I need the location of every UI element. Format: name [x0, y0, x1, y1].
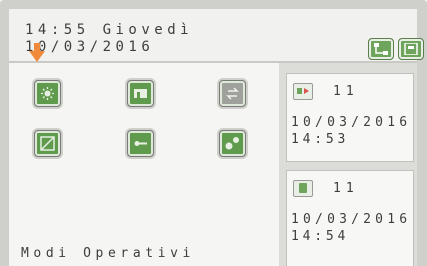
selection-arrow-icon — [29, 43, 45, 62]
event-time: 14:53 — [291, 132, 350, 147]
event-card[interactable]: 11 10/03/2016 14:53 — [286, 73, 414, 162]
molecule-button[interactable] — [219, 130, 246, 157]
sensor-icon — [293, 83, 313, 100]
settings-button[interactable] — [398, 38, 424, 60]
event-card[interactable]: 11 10/03/2016 14:54 — [286, 170, 414, 266]
time-day-label: 14:55 Giovedì — [25, 22, 194, 38]
operating-modes-label: Modi Operativi — [21, 246, 195, 261]
event-date: 10/03/2016 — [291, 115, 412, 130]
panel-button[interactable] — [34, 130, 61, 157]
device-icon — [293, 180, 313, 197]
sun-mode-button[interactable] — [34, 80, 61, 107]
molecule-icon — [225, 137, 239, 150]
event-number: 11 — [333, 181, 359, 196]
swap-icon — [226, 87, 239, 100]
swap-button[interactable] — [219, 80, 246, 107]
key-button[interactable] — [127, 130, 154, 157]
event-date: 10/03/2016 — [291, 212, 412, 227]
sauna-icon — [134, 89, 147, 98]
status-header: 14:55 Giovedì 10/03/2016 — [9, 9, 424, 63]
settings-icon — [404, 43, 418, 55]
sauna-button[interactable] — [127, 80, 154, 107]
key-icon — [134, 141, 147, 146]
sun-mode-icon — [41, 87, 54, 100]
event-number: 11 — [333, 84, 359, 99]
event-time: 14:54 — [291, 229, 350, 244]
network-icon — [374, 43, 388, 55]
network-button[interactable] — [368, 38, 394, 60]
panel-icon — [40, 136, 55, 151]
